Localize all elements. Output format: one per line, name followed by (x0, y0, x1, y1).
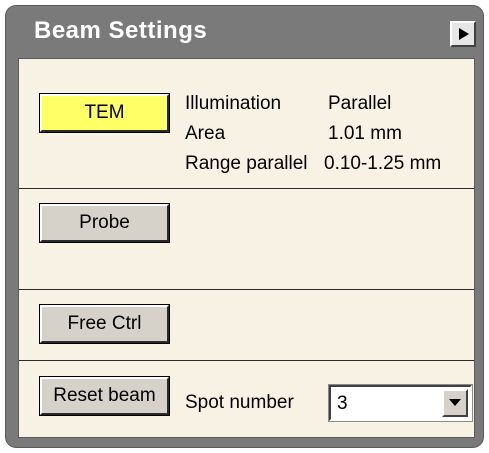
reset-beam-button[interactable]: Reset beam (40, 377, 169, 415)
settings-panel: TEM Illumination Parallel Area 1.01 mm R… (18, 58, 475, 438)
spot-number-label: Spot number (185, 392, 294, 413)
probe-button[interactable]: Probe (40, 204, 169, 242)
title-bar: Beam Settings (6, 6, 483, 52)
expand-button[interactable] (450, 21, 476, 47)
section-divider (19, 289, 474, 290)
area-label: Area (185, 123, 226, 144)
spot-number-dropdown[interactable]: 3 (329, 385, 472, 421)
dropdown-arrow-button[interactable] (442, 389, 468, 417)
spot-number-value: 3 (337, 393, 348, 414)
illumination-label: Illumination (185, 93, 282, 114)
section-divider (19, 188, 474, 189)
area-value: 1.01 mm (328, 123, 402, 144)
free-ctrl-button[interactable]: Free Ctrl (40, 305, 169, 343)
illumination-value: Parallel (328, 93, 392, 114)
window-title: Beam Settings (34, 17, 208, 44)
beam-settings-window: Beam Settings TEM Illumination Parallel … (6, 6, 483, 447)
chevron-down-icon (449, 399, 461, 406)
section-divider (19, 360, 474, 361)
play-right-icon (459, 28, 469, 40)
tem-mode-button[interactable]: TEM (40, 94, 169, 132)
range-parallel-value: 0.10-1.25 mm (324, 153, 442, 174)
range-parallel-label: Range parallel (185, 153, 308, 174)
